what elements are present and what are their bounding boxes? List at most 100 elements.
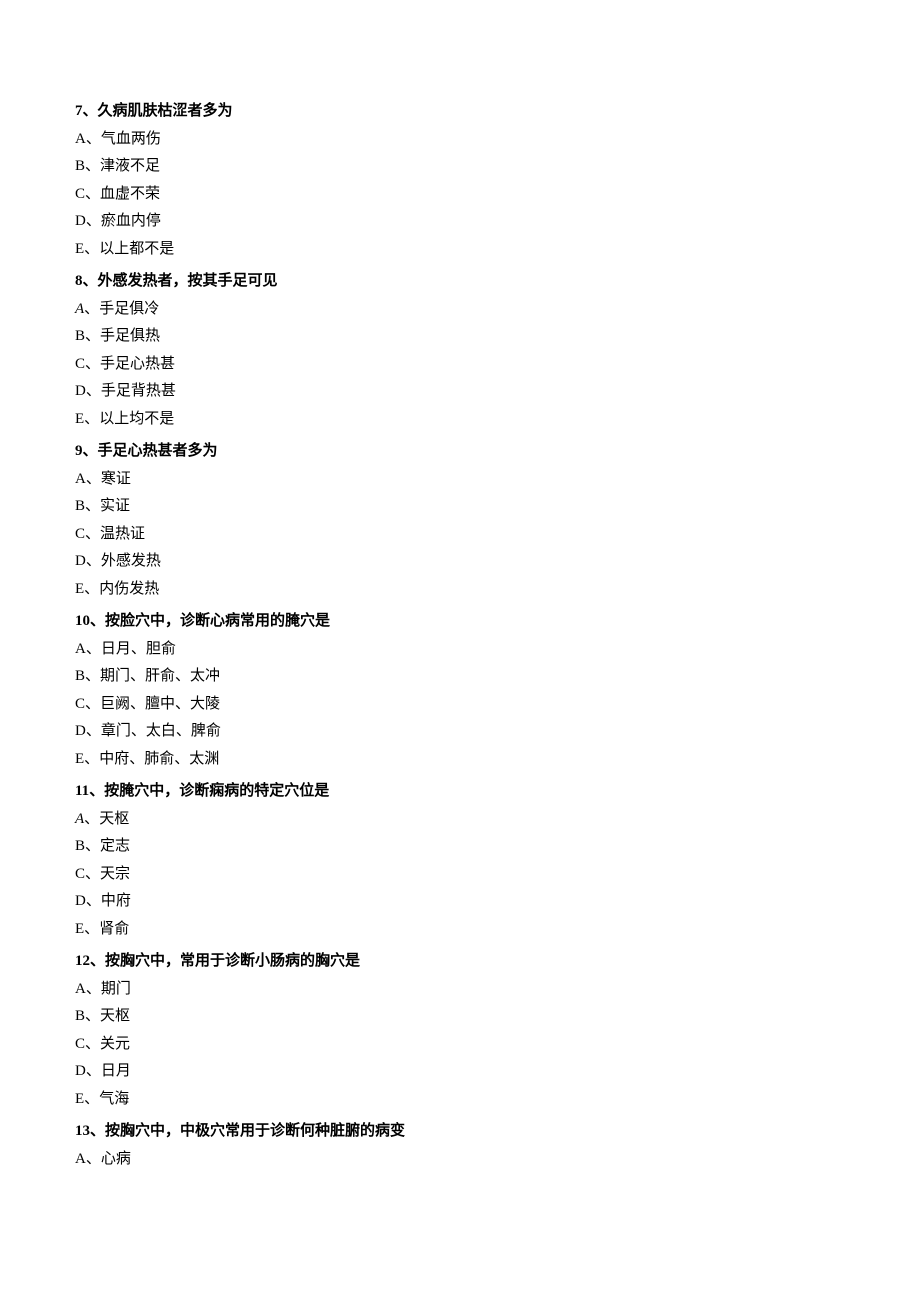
- option-separator: 、: [85, 526, 100, 542]
- option-letter: D: [75, 553, 86, 569]
- option-letter: B: [75, 668, 85, 684]
- question-text: 按胸穴中，常用于诊断小肠病的胸穴是: [105, 953, 360, 969]
- option: D、中府: [75, 890, 845, 913]
- option-letter: D: [75, 383, 86, 399]
- question-stem: 13、按胸穴中，中极穴常用于诊断何种脏腑的病变: [75, 1120, 845, 1143]
- option: B、定志: [75, 835, 845, 858]
- option-text: 关元: [100, 1036, 130, 1052]
- option-letter: E: [75, 241, 84, 257]
- option-separator: 、: [85, 668, 100, 684]
- option-separator: 、: [86, 383, 101, 399]
- question-separator: 、: [89, 783, 104, 799]
- option-text: 手足俱热: [100, 328, 160, 344]
- option-separator: 、: [85, 838, 100, 854]
- option-letter: E: [75, 751, 84, 767]
- option-text: 瘀血内停: [101, 213, 161, 229]
- option: C、关元: [75, 1033, 845, 1056]
- option-separator: 、: [84, 411, 99, 427]
- question-number: 9: [75, 443, 83, 459]
- option-letter: D: [75, 893, 86, 909]
- option-text: 手足俱冷: [99, 301, 159, 317]
- option-separator: 、: [86, 213, 101, 229]
- question-stem: 10、按脸穴中，诊断心病常用的腌穴是: [75, 610, 845, 633]
- option-text: 巨阙、膻中、大陵: [100, 696, 220, 712]
- option-separator: 、: [85, 866, 100, 882]
- option-letter: E: [75, 921, 84, 937]
- option-separator: 、: [86, 553, 101, 569]
- option-text: 气海: [99, 1091, 129, 1107]
- option: A、心病: [75, 1148, 845, 1171]
- option-letter: B: [75, 498, 85, 514]
- option-separator: 、: [84, 581, 99, 597]
- option-text: 天宗: [100, 866, 130, 882]
- option-text: 以上都不是: [99, 241, 174, 257]
- option-letter: C: [75, 866, 85, 882]
- question-separator: 、: [83, 103, 98, 119]
- option-letter: B: [75, 328, 85, 344]
- option-text: 外感发热: [101, 553, 161, 569]
- option: B、实证: [75, 495, 845, 518]
- option: D、外感发热: [75, 550, 845, 573]
- option-letter: C: [75, 696, 85, 712]
- question-number: 8: [75, 273, 83, 289]
- option-text: 定志: [100, 838, 130, 854]
- question-separator: 、: [90, 953, 105, 969]
- option: A、期门: [75, 978, 845, 1001]
- question-number: 7: [75, 103, 83, 119]
- option-text: 日月、胆俞: [101, 641, 176, 657]
- question-number: 13: [75, 1123, 90, 1139]
- option-letter: A: [75, 471, 86, 487]
- option-text: 实证: [100, 498, 130, 514]
- option-text: 心病: [101, 1151, 131, 1167]
- option-text: 肾俞: [99, 921, 129, 937]
- option-text: 气血两伤: [101, 131, 161, 147]
- option-letter: A: [75, 811, 84, 827]
- option-separator: 、: [84, 1091, 99, 1107]
- option-separator: 、: [84, 301, 99, 317]
- option: D、日月: [75, 1060, 845, 1083]
- option-text: 温热证: [100, 526, 145, 542]
- option-letter: B: [75, 158, 85, 174]
- option-separator: 、: [86, 1151, 101, 1167]
- option-separator: 、: [86, 1063, 101, 1079]
- option-letter: C: [75, 186, 85, 202]
- option-text: 内伤发热: [99, 581, 159, 597]
- option: D、瘀血内停: [75, 210, 845, 233]
- option-text: 津液不足: [100, 158, 160, 174]
- option-separator: 、: [85, 356, 100, 372]
- option-letter: C: [75, 1036, 85, 1052]
- option-letter: B: [75, 1008, 85, 1024]
- option: E、气海: [75, 1088, 845, 1111]
- question-text: 按腌穴中，诊断痫病的特定穴位是: [104, 783, 329, 799]
- option: E、以上均不是: [75, 408, 845, 431]
- option: B、期门、肝俞、太冲: [75, 665, 845, 688]
- option-letter: D: [75, 723, 86, 739]
- option-letter: D: [75, 1063, 86, 1079]
- option: B、天枢: [75, 1005, 845, 1028]
- question-text: 久病肌肤枯涩者多为: [98, 103, 233, 119]
- option: A、天枢: [75, 808, 845, 831]
- option: C、血虚不荣: [75, 183, 845, 206]
- option-separator: 、: [86, 471, 101, 487]
- option-text: 日月: [101, 1063, 131, 1079]
- option-letter: A: [75, 981, 86, 997]
- option-separator: 、: [85, 186, 100, 202]
- option: E、以上都不是: [75, 238, 845, 261]
- option-letter: E: [75, 581, 84, 597]
- option-letter: D: [75, 213, 86, 229]
- option: A、气血两伤: [75, 128, 845, 151]
- question-stem: 12、按胸穴中，常用于诊断小肠病的胸穴是: [75, 950, 845, 973]
- option-separator: 、: [85, 158, 100, 174]
- option-letter: E: [75, 1091, 84, 1107]
- option-separator: 、: [84, 921, 99, 937]
- option-letter: E: [75, 411, 84, 427]
- option: C、手足心热甚: [75, 353, 845, 376]
- option-text: 中府、肺俞、太渊: [99, 751, 219, 767]
- question-stem: 9、手足心热甚者多为: [75, 440, 845, 463]
- option-text: 天枢: [100, 1008, 130, 1024]
- option: C、温热证: [75, 523, 845, 546]
- option-separator: 、: [85, 1008, 100, 1024]
- option: B、津液不足: [75, 155, 845, 178]
- option-text: 以上均不是: [99, 411, 174, 427]
- option-text: 寒证: [101, 471, 131, 487]
